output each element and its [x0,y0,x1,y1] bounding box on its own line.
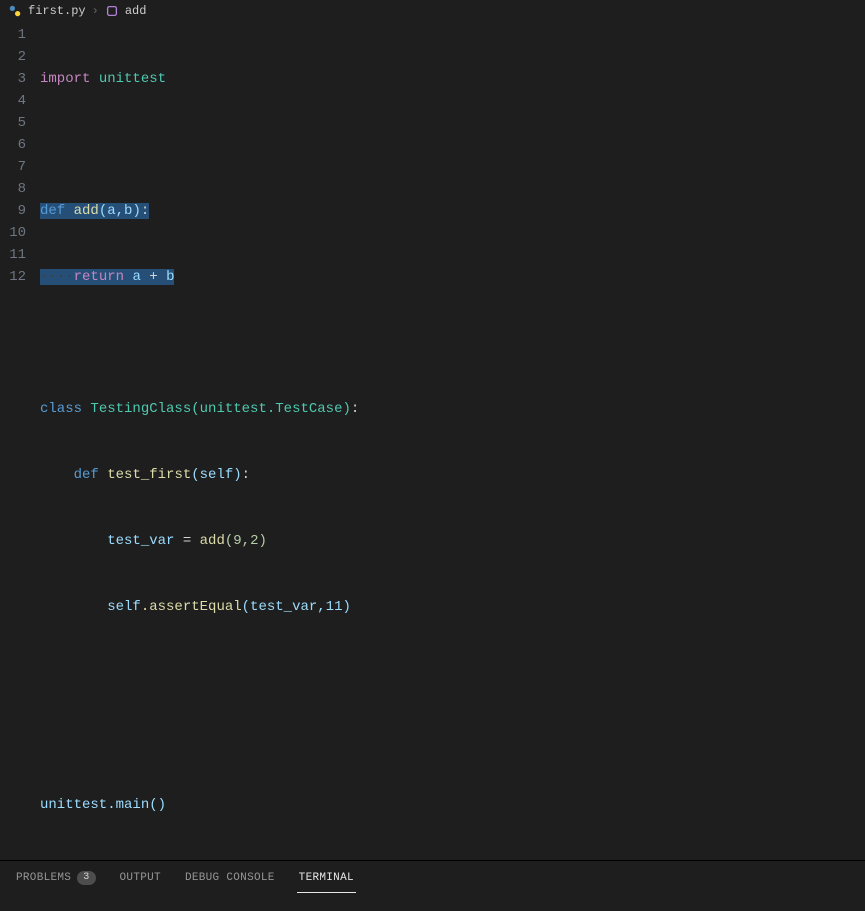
operator-assign: = [174,533,199,549]
tab-problems[interactable]: PROBLEMS 3 [14,867,98,893]
tab-debug-console[interactable]: DEBUG CONSOLE [183,868,277,892]
line-number-gutter: 1 2 3 4 5 6 7 8 9 10 11 12 [0,24,40,860]
breadcrumb-separator: › [92,4,99,18]
indent-ws: ···· [40,269,74,285]
colon: : [242,467,250,483]
tab-output[interactable]: OUTPUT [118,868,163,892]
var-a: a [132,269,140,285]
tab-terminal-label: TERMINAL [299,872,354,884]
keyword-def: def [74,467,99,483]
line-number: 3 [0,68,26,90]
editor[interactable]: 1 2 3 4 5 6 7 8 9 10 11 12 import unitte… [0,22,865,860]
colon: : [141,203,149,219]
base-class: (unittest.TestCase) [191,401,351,417]
colon: : [351,401,359,417]
operator-plus: + [141,269,166,285]
panel-tabs: PROBLEMS 3 OUTPUT DEBUG CONSOLE TERMINAL [0,860,865,893]
line-number: 2 [0,46,26,68]
params: (a,b) [99,203,141,219]
keyword-def: def [40,203,65,219]
tab-output-label: OUTPUT [120,872,161,884]
line-number: 12 [0,266,26,288]
unittest-main-call: unittest.main() [40,797,166,813]
method-test-first: test_first [107,467,191,483]
python-file-icon [8,4,22,18]
line-number: 5 [0,112,26,134]
line-number: 1 [0,24,26,46]
line-number: 10 [0,222,26,244]
param-self: (self) [191,467,241,483]
tab-debug-label: DEBUG CONSOLE [185,872,275,884]
keyword-import: import [40,71,90,87]
line-number: 11 [0,244,26,266]
breadcrumb-file[interactable]: first.py [28,4,86,18]
line-number: 8 [0,178,26,200]
line-number: 9 [0,200,26,222]
symbol-method-icon [105,4,119,18]
module-unittest: unittest [99,71,166,87]
tab-problems-label: PROBLEMS [16,872,71,884]
call-add: add [200,533,225,549]
assert-args: (test_var,11) [242,599,351,615]
terminal-panel[interactable]: Jordan Williams@DESKTOP-4F3UCH8 MINGW64 … [0,893,865,911]
line-number: 6 [0,134,26,156]
method-assert-equal: .assertEqual [141,599,242,615]
code-content[interactable]: import unittest def add(a,b): ····return… [40,24,865,860]
class-name: TestingClass [90,401,191,417]
problems-count-badge: 3 [77,871,95,885]
self: self [107,599,141,615]
keyword-class: class [40,401,82,417]
line-number: 4 [0,90,26,112]
breadcrumb: first.py › add [0,0,865,22]
line-number: 7 [0,156,26,178]
tab-terminal[interactable]: TERMINAL [297,868,356,893]
breadcrumb-symbol[interactable]: add [125,4,147,18]
function-add: add [74,203,99,219]
keyword-return: return [74,269,124,285]
var-b: b [166,269,174,285]
var-test-var: test_var [107,533,174,549]
call-args: (9,2) [225,533,267,549]
